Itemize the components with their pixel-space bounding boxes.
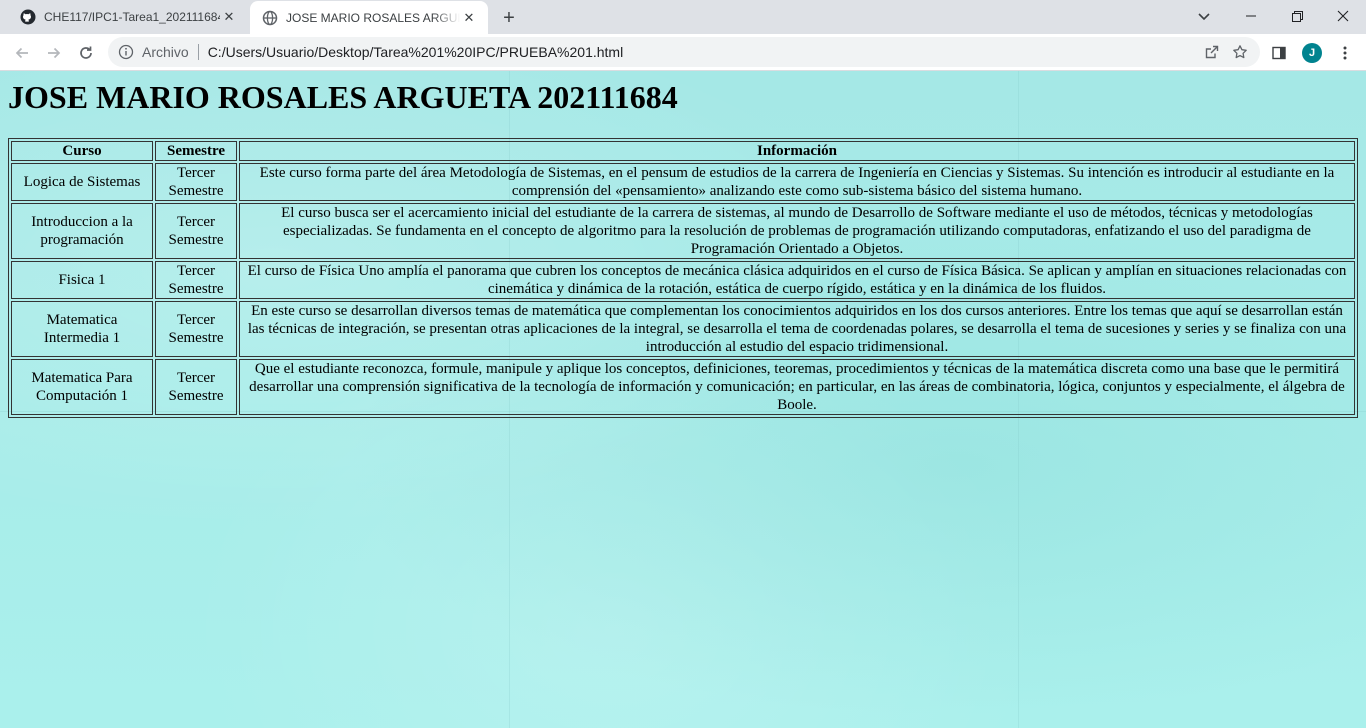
- cell-curso: Introduccion a la programación: [11, 203, 153, 259]
- cell-informacion: El curso de Física Uno amplía el panoram…: [239, 261, 1355, 299]
- header-curso: Curso: [11, 141, 153, 161]
- bookmark-star-icon[interactable]: [1226, 38, 1254, 66]
- tab-search-chevron-icon[interactable]: [1192, 5, 1216, 29]
- restore-icon[interactable]: [1274, 0, 1320, 32]
- cell-curso: Logica de Sistemas: [11, 163, 153, 201]
- tab-current-page[interactable]: JOSE MARIO ROSALES ARGUETA 202111684 ✕: [250, 1, 488, 34]
- table-row: Logica de Sistemas Tercer Semestre Este …: [11, 163, 1355, 201]
- table-header-row: Curso Semestre Información: [11, 141, 1355, 161]
- close-window-icon[interactable]: [1320, 0, 1366, 32]
- header-semestre: Semestre: [155, 141, 237, 161]
- cell-semestre: Tercer Semestre: [155, 261, 237, 299]
- cell-informacion: Este curso forma parte del área Metodolo…: [239, 163, 1355, 201]
- address-divider: [197, 44, 199, 60]
- tab-title: CHE117/IPC1-Tarea1_202111684: [44, 10, 220, 24]
- address-url[interactable]: C:/Users/Usuario/Desktop/Tarea%201%20IPC…: [208, 44, 1198, 60]
- browser-toolbar: Archivo C:/Users/Usuario/Desktop/Tarea%2…: [0, 34, 1366, 71]
- tab-strip: CHE117/IPC1-Tarea1_202111684 ✕ JOSE MARI…: [0, 0, 1366, 34]
- address-scheme-label: Archivo: [142, 44, 189, 60]
- table-row: Introduccion a la programación Tercer Se…: [11, 203, 1355, 259]
- tab-close-icon[interactable]: ✕: [460, 9, 478, 27]
- cell-semestre: Tercer Semestre: [155, 301, 237, 357]
- cell-curso: Matematica Para Computación 1: [11, 359, 153, 415]
- forward-arrow-icon[interactable]: [40, 39, 68, 67]
- side-panel-icon[interactable]: [1265, 39, 1293, 67]
- profile-avatar[interactable]: J: [1298, 39, 1326, 67]
- courses-table: Curso Semestre Información Logica de Sis…: [8, 138, 1358, 418]
- tab-close-icon[interactable]: ✕: [220, 8, 238, 26]
- tab-title: JOSE MARIO ROSALES ARGUETA 202111684: [286, 10, 460, 25]
- kebab-menu-icon[interactable]: [1331, 39, 1359, 67]
- cell-semestre: Tercer Semestre: [155, 359, 237, 415]
- reload-icon[interactable]: [72, 39, 100, 67]
- globe-icon: [262, 10, 278, 26]
- info-icon[interactable]: [118, 44, 134, 60]
- tab-github[interactable]: CHE117/IPC1-Tarea1_202111684 ✕: [8, 0, 248, 34]
- back-arrow-icon[interactable]: [8, 39, 36, 67]
- cell-curso: Fisica 1: [11, 261, 153, 299]
- table-row: Matematica Para Computación 1 Tercer Sem…: [11, 359, 1355, 415]
- table-row: Matematica Intermedia 1 Tercer Semestre …: [11, 301, 1355, 357]
- new-tab-button[interactable]: +: [498, 7, 520, 29]
- cell-informacion: El curso busca ser el acercamiento inici…: [239, 203, 1355, 259]
- page-viewport: JOSE MARIO ROSALES ARGUETA 202111684 Cur…: [0, 71, 1366, 728]
- cell-informacion: Que el estudiante reconozca, formule, ma…: [239, 359, 1355, 415]
- header-informacion: Información: [239, 141, 1355, 161]
- github-icon: [20, 9, 36, 25]
- page-title: JOSE MARIO ROSALES ARGUETA 202111684: [8, 79, 678, 115]
- share-icon[interactable]: [1198, 38, 1226, 66]
- cell-semestre: Tercer Semestre: [155, 203, 237, 259]
- address-bar[interactable]: Archivo C:/Users/Usuario/Desktop/Tarea%2…: [108, 37, 1260, 67]
- minimize-icon[interactable]: [1228, 0, 1274, 32]
- cell-curso: Matematica Intermedia 1: [11, 301, 153, 357]
- avatar: J: [1302, 43, 1322, 63]
- cell-semestre: Tercer Semestre: [155, 163, 237, 201]
- cell-informacion: En este curso se desarrollan diversos te…: [239, 301, 1355, 357]
- table-row: Fisica 1 Tercer Semestre El curso de Fís…: [11, 261, 1355, 299]
